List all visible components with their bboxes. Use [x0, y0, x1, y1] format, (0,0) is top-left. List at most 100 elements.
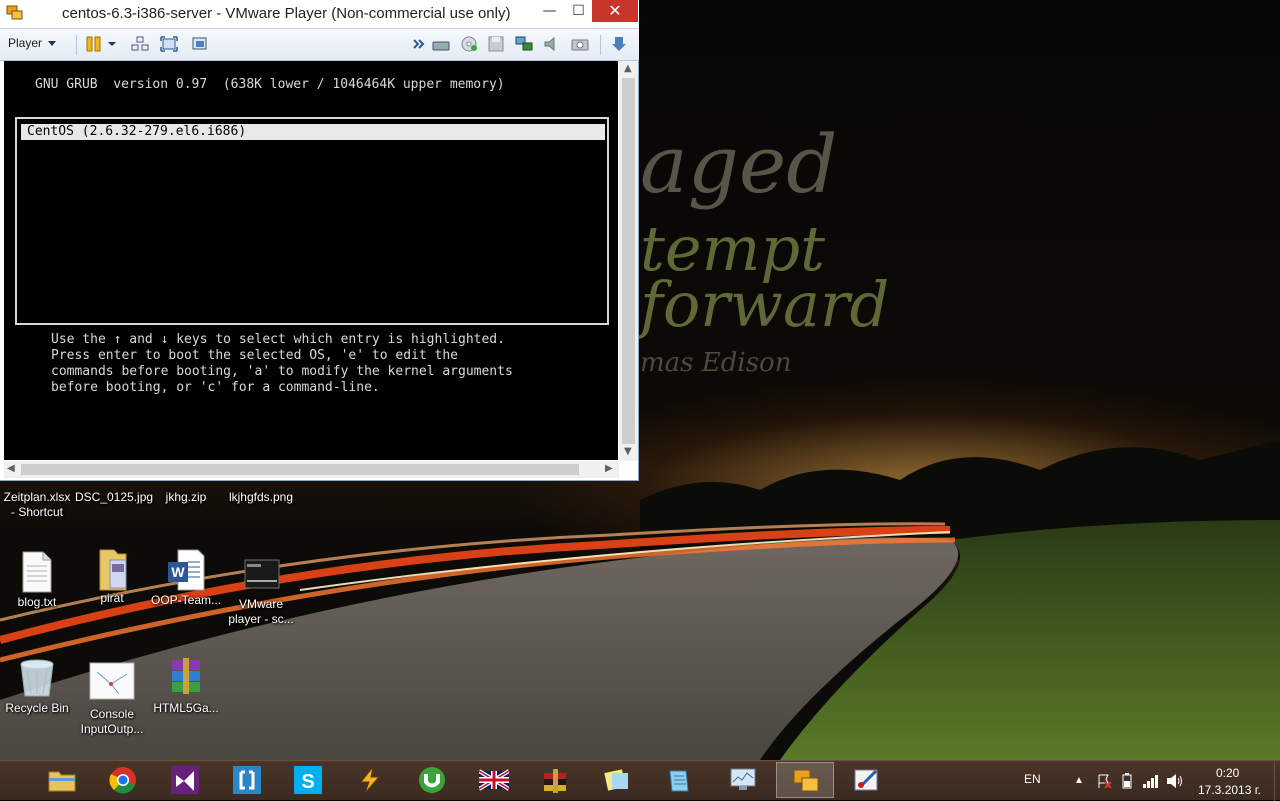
taskbar-brackets[interactable] — [218, 762, 276, 798]
download-arrow-icon[interactable] — [610, 36, 628, 52]
signal-bars-icon[interactable] — [1142, 773, 1160, 789]
maximize-button[interactable]: ☐ — [564, 0, 593, 22]
desktop-icon-label: HTML5Ga... — [153, 701, 219, 715]
grub-menu-entry[interactable]: CentOS (2.6.32-279.el6.i686) — [21, 124, 605, 140]
notepad-icon — [669, 770, 689, 792]
winamp-lightning-icon — [359, 766, 381, 794]
fullscreen-icon[interactable] — [160, 36, 178, 52]
vmware-player-window[interactable]: centos-6.3-i386-server - VMware Player (… — [0, 0, 639, 481]
pause-icon[interactable] — [85, 36, 103, 52]
scroll-left-arrow-icon[interactable]: ◀ — [7, 463, 15, 474]
close-button[interactable]: ✕ — [592, 0, 638, 22]
show-hidden-icons-chevron-icon[interactable]: ▲ — [1074, 775, 1084, 786]
scroll-right-arrow-icon[interactable]: ▶ — [605, 463, 613, 474]
show-desktop-button[interactable] — [1274, 761, 1280, 801]
minimize-button[interactable]: — — [535, 0, 564, 22]
input-language-indicator[interactable]: EN — [1024, 772, 1041, 786]
scrollbar-thumb[interactable] — [622, 78, 635, 444]
desktop-icon-console-inputoutput[interactable]: Console InputOutp... — [75, 662, 149, 737]
desktop-icon-label: Recycle Bin — [5, 701, 69, 715]
player-menu-label: Player — [8, 36, 43, 50]
grub-header: GNU GRUB version 0.97 (638K lower / 1046… — [35, 77, 505, 92]
player-menu-button[interactable]: Player — [8, 36, 57, 50]
taskbar-sticky-notes[interactable] — [588, 762, 646, 798]
vertical-scrollbar[interactable]: ▲ ▼ — [619, 61, 638, 461]
desktop-icon-label: blog.txt — [17, 595, 57, 609]
taskbar-visual-studio[interactable] — [156, 762, 214, 798]
folder-icon — [92, 546, 132, 591]
desktop-icon-label: Zeitplan.xlsx - Shortcut — [3, 490, 71, 519]
camera-icon[interactable] — [571, 36, 589, 52]
send-ctrl-alt-del-icon[interactable] — [131, 36, 149, 52]
wallpaper-quote-line: mas Edison — [640, 348, 792, 378]
paint-icon — [854, 769, 878, 791]
desktop-icon-recycle-bin[interactable]: Recycle Bin — [0, 656, 74, 716]
recycle-bin-icon — [17, 656, 57, 698]
floppy-icon[interactable] — [487, 36, 505, 52]
vm-console-screen[interactable]: GNU GRUB version 0.97 (638K lower / 1046… — [4, 61, 618, 460]
scroll-up-arrow-icon[interactable]: ▲ — [624, 63, 632, 74]
desktop-icon-label: jkhg.zip — [165, 490, 207, 504]
scroll-down-arrow-icon[interactable]: ▼ — [624, 446, 632, 457]
action-center-flag-icon[interactable] — [1096, 773, 1112, 789]
desktop-icon-blog-txt[interactable]: blog.txt — [0, 550, 74, 610]
taskbar-skype[interactable]: S — [279, 762, 337, 798]
desktop-icon-lkjhgfds[interactable]: lkjhgfds.png — [224, 490, 298, 505]
brackets-icon — [233, 766, 261, 794]
taskbar-winrar[interactable] — [526, 762, 584, 798]
desktop-icon-label: OOP-Team... — [150, 593, 221, 607]
desktop-icon-zeitplan[interactable]: Zeitplan.xlsx - Shortcut — [0, 490, 74, 520]
taskbar-language-flag[interactable] — [465, 762, 523, 798]
taskbar-chrome[interactable] — [94, 762, 152, 798]
uk-flag-icon — [479, 769, 509, 791]
desktop-icon-oop-team[interactable]: W OOP-Team... — [149, 548, 223, 608]
sound-card-icon[interactable] — [543, 36, 561, 52]
taskbar-resource-monitor[interactable] — [714, 762, 772, 798]
horizontal-scrollbar[interactable]: ◀ ▶ — [4, 461, 619, 478]
visual-studio-icon — [171, 766, 199, 794]
desktop-icon-pirat[interactable]: pirat — [75, 546, 149, 606]
taskbar: S EN ▲ 0:20 17.3.2013 г. — [0, 760, 1280, 801]
winrar-archive-icon — [166, 656, 206, 698]
taskbar-file-explorer[interactable] — [33, 762, 91, 798]
desktop-icon-label: VMware player - sc... — [228, 597, 294, 626]
network-adapter-icon[interactable] — [515, 36, 533, 52]
vmware-app-icon — [793, 769, 819, 792]
taskbar-winamp[interactable] — [341, 762, 399, 798]
system-tray: EN ▲ 0:20 17.3.2013 г. — [1020, 761, 1280, 801]
desktop-icon-jkhg-zip[interactable]: jkhg.zip — [149, 490, 223, 505]
battery-power-icon[interactable] — [1120, 773, 1134, 789]
clock-time[interactable]: 0:20 — [1216, 766, 1239, 780]
desktop-icon-vmware-shortcut[interactable]: VMware player - sc... — [224, 552, 298, 627]
speaker-volume-icon[interactable] — [1166, 773, 1184, 789]
cd-rom-icon[interactable] — [460, 36, 478, 52]
diagram-image-icon — [89, 662, 135, 704]
scrollbar-thumb[interactable] — [21, 464, 579, 475]
window-titlebar[interactable]: centos-6.3-i386-server - VMware Player (… — [0, 0, 639, 28]
folder-icon — [48, 771, 76, 792]
grub-help-line: commands before booting, 'a' to modify t… — [51, 364, 513, 379]
window-title: centos-6.3-i386-server - VMware Player (… — [62, 5, 511, 22]
wallpaper-quote-line: forward — [640, 268, 890, 341]
grub-help-line: Press enter to boot the selected OS, 'e'… — [51, 348, 458, 363]
monitor-graph-icon — [730, 768, 756, 790]
hard-disk-icon[interactable] — [432, 36, 450, 52]
taskbar-paint[interactable] — [838, 762, 896, 798]
taskbar-vmware-player[interactable] — [776, 762, 834, 798]
chevron-down-icon[interactable] — [107, 36, 117, 52]
sticky-notes-icon — [604, 769, 628, 791]
text-file-icon — [17, 550, 57, 593]
grub-help-line: before booting, or 'c' for a command-lin… — [51, 380, 380, 395]
grub-help-line: Use the ↑ and ↓ keys to select which ent… — [51, 332, 505, 347]
desktop-icon-html5game[interactable]: HTML5Ga... — [149, 656, 223, 716]
taskbar-utorrent[interactable] — [403, 762, 461, 798]
grub-boot-menu: CentOS (2.6.32-279.el6.i686) — [15, 117, 609, 325]
unity-icon[interactable] — [191, 36, 209, 52]
svg-text:W: W — [171, 564, 185, 580]
vmware-app-icon — [6, 5, 23, 20]
taskbar-notepad[interactable] — [650, 762, 708, 798]
desktop-icon-dsc0125[interactable]: DSC_0125.jpg — [75, 490, 154, 505]
double-chevron-right-icon[interactable] — [413, 36, 425, 52]
desktop-icon-label: DSC_0125.jpg — [75, 490, 154, 504]
clock-date[interactable]: 17.3.2013 г. — [1198, 783, 1261, 797]
